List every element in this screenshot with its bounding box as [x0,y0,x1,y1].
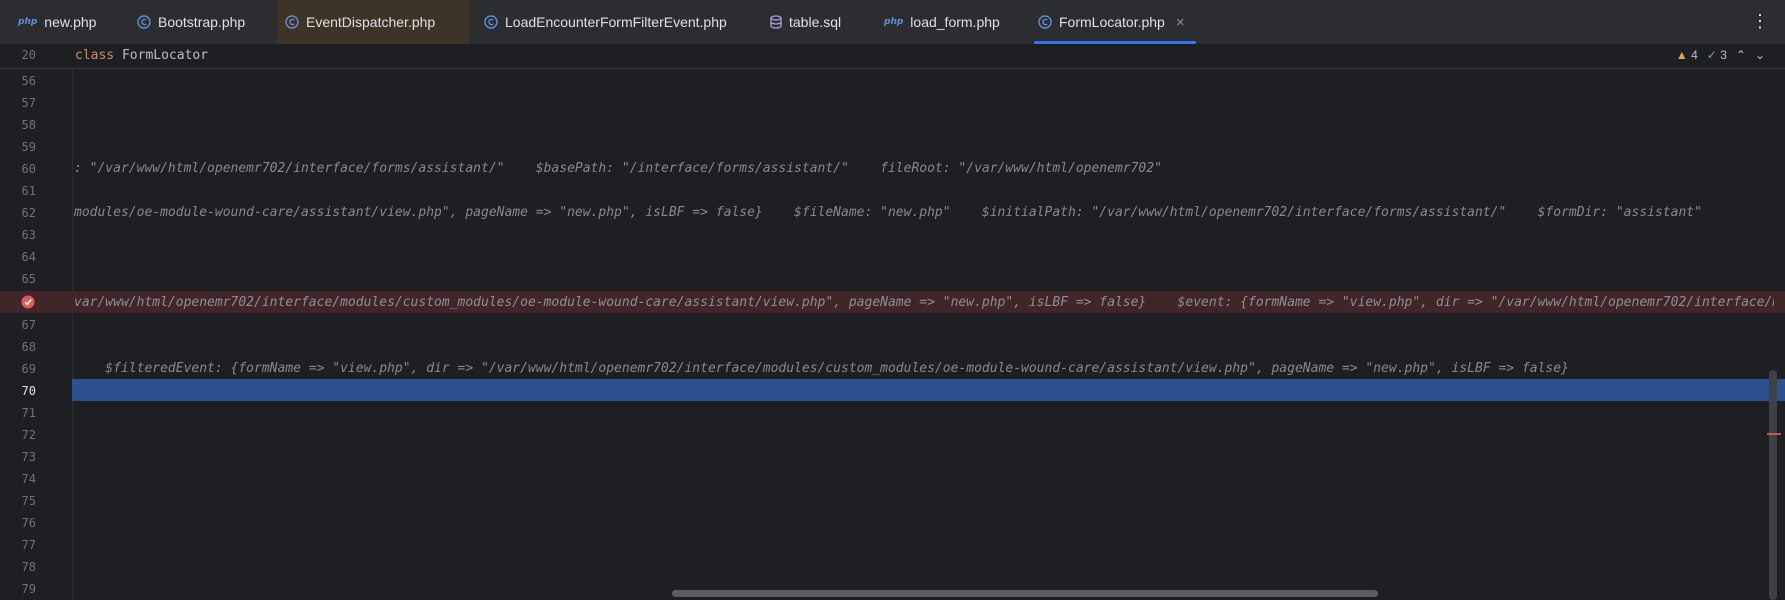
tab-label: new.php [44,14,97,30]
line-number: 70 [21,384,36,398]
line-number: 74 [21,472,36,486]
tab-label: Bootstrap.php [158,14,246,30]
php-icon: php [884,17,904,27]
line-number: 61 [21,184,36,198]
warning-icon: ▲ [1675,48,1688,62]
code-line[interactable]: 69 $filteredEvent: {formName => "view.ph… [0,357,1785,379]
code-line[interactable]: 59 [0,135,1785,157]
weak-warning-count[interactable]: ✓ 3 [1707,48,1727,62]
inspection-widget[interactable]: ▲ 4 ✓ 3 ⌃ ⌄ [1676,48,1765,62]
tab-loadencounterformfilterevent-php[interactable]: LoadEncounterFormFilterEvent.php [476,0,736,44]
database-icon [770,15,782,29]
breakpoint-line[interactable]: var/www/html/openemr702/interface/module… [0,291,1785,313]
inline-debug-values: var/www/html/openemr702/interface/module… [74,295,1774,310]
class-icon [1038,15,1052,29]
sticky-scope-header[interactable]: 20 class FormLocator ▲ 4 ✓ 3 ⌃ ⌄ [0,44,1785,69]
execution-point-line[interactable]: 70 [0,379,1785,401]
code-line[interactable]: 58 [0,113,1785,135]
line-number: 64 [21,250,36,264]
previous-highlight-icon[interactable]: ⌃ [1736,48,1746,62]
line-number: 56 [21,74,36,88]
tab-new-php[interactable]: php new.php [10,0,114,44]
breakpoint-icon[interactable] [21,295,35,309]
inline-debug-values: modules/oe-module-wound-care/assistant/v… [74,205,1702,220]
code-line[interactable]: 62 modules/oe-module-wound-care/assistant… [0,201,1785,223]
code-line[interactable]: 68 [0,335,1785,357]
code-line[interactable]: 73 [0,445,1785,467]
line-number: 76 [21,516,36,530]
horizontal-scrollbar[interactable] [672,590,1378,597]
line-number: 77 [21,538,36,552]
php-icon: php [18,17,38,27]
line-number: 79 [21,582,36,596]
warning-count[interactable]: ▲ 4 [1676,48,1698,62]
tab-label: EventDispatcher.php [306,14,436,30]
tab-eventdispatcher-php[interactable]: EventDispatcher.php [277,0,469,44]
line-number: 75 [21,494,36,508]
more-tabs-icon[interactable]: ⋮ [1751,12,1769,30]
code-line[interactable]: 64 [0,245,1785,267]
code-line[interactable]: 71 [0,401,1785,423]
line-number: 60 [21,162,36,176]
code-line[interactable]: 77 [0,533,1785,555]
line-number: 67 [21,318,36,332]
line-number: 62 [21,206,36,220]
tab-table-sql[interactable]: table.sql [762,0,862,44]
class-icon [285,15,299,29]
tab-label: table.sql [789,14,842,30]
line-number: 59 [21,140,36,154]
line-number: 78 [21,560,36,574]
line-number: 69 [21,362,36,376]
code-line[interactable]: 56 [0,69,1785,91]
inline-debug-values: : "/var/www/html/openemr702/interface/fo… [74,161,1162,176]
code-line[interactable]: 76 [0,511,1785,533]
check-icon: ✓ [1706,48,1717,62]
line-number: 68 [21,340,36,354]
code-line[interactable]: 75 [0,489,1785,511]
tab-label: FormLocator.php [1059,14,1165,30]
sticky-code: class FormLocator [75,48,208,63]
code-line[interactable]: 63 [0,223,1785,245]
code-line[interactable]: 61 [0,179,1785,201]
editor-tab-bar: php new.php Bootstrap.php EventDispatche… [0,0,1785,45]
tab-formlocator-php[interactable]: FormLocator.php × [1030,0,1196,44]
code-line[interactable]: 67 [0,313,1785,335]
line-number: 72 [21,428,36,442]
tab-bootstrap-php[interactable]: Bootstrap.php [129,0,267,44]
line-number: 65 [21,272,36,286]
class-icon [484,15,498,29]
error-stripe-marker[interactable] [1767,433,1781,435]
code-line[interactable]: 78 [0,555,1785,577]
class-name: FormLocator [121,48,209,63]
inline-debug-values: $filteredEvent: {formName => "view.php",… [74,361,1569,376]
next-highlight-icon[interactable]: ⌄ [1755,48,1765,62]
line-number: 73 [21,450,36,464]
code-line[interactable]: 74 [0,467,1785,489]
class-icon [137,15,151,29]
code-line[interactable]: 60 : "/var/www/html/openemr702/interface/… [0,157,1785,179]
tab-label: load_form.php [910,14,1000,30]
vertical-scrollbar[interactable] [1769,370,1777,600]
tab-label: LoadEncounterFormFilterEvent.php [505,14,727,30]
line-number: 71 [21,406,36,420]
tab-load-form-php[interactable]: php load_form.php [876,0,1006,44]
code-line[interactable]: 72 [0,423,1785,445]
code-line[interactable]: 65 [0,267,1785,289]
line-number: 57 [21,96,36,110]
code-line[interactable]: 57 [0,91,1785,113]
sticky-line-number: 20 [21,48,36,62]
class-keyword: class [75,48,115,63]
close-icon[interactable]: × [1176,14,1185,31]
line-number: 63 [21,228,36,242]
line-number: 58 [21,118,36,132]
